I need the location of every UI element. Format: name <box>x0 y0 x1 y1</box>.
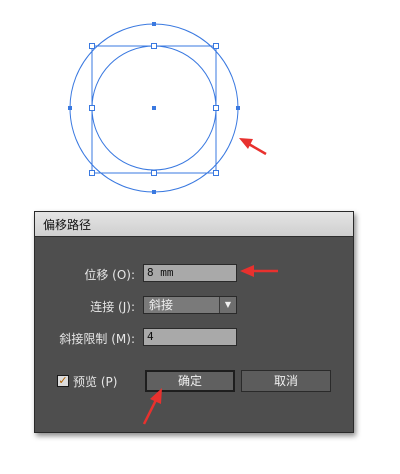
offset-path-dialog: 偏移路径 位移 (O): 8 mm 连接 (J): 斜接 ▼ 斜接限制 (M):… <box>34 211 354 433</box>
artboard <box>0 0 400 205</box>
anchor-point-bottom[interactable] <box>152 190 156 194</box>
selected-path-artwork <box>68 22 240 194</box>
preview-label: 预览 (P) <box>73 375 118 389</box>
dialog-titlebar[interactable]: 偏移路径 <box>35 212 353 237</box>
bbox-handle-right[interactable] <box>213 105 219 111</box>
cancel-button[interactable]: 取消 <box>241 370 331 392</box>
bbox-handle-left[interactable] <box>89 105 95 111</box>
joins-label: 连接 (J): <box>90 300 135 314</box>
checkmark-icon: ✓ <box>58 374 68 387</box>
bbox-handle-bottom-left[interactable] <box>89 170 95 176</box>
miter-limit-input[interactable]: 4 <box>143 328 237 346</box>
miter-limit-label: 斜接限制 (M): <box>59 332 135 346</box>
bbox-handle-top[interactable] <box>151 43 157 49</box>
joins-select-value: 斜接 <box>149 298 174 312</box>
joins-select[interactable]: 斜接 ▼ <box>143 296 237 314</box>
bbox-handle-top-left[interactable] <box>89 43 95 49</box>
anchor-point-right[interactable] <box>236 106 240 110</box>
center-point <box>152 106 156 110</box>
bbox-handle-bottom-right[interactable] <box>213 170 219 176</box>
anchor-point-left[interactable] <box>68 106 72 110</box>
preview-checkbox[interactable]: ✓ <box>57 375 69 387</box>
bbox-handle-bottom[interactable] <box>151 170 157 176</box>
bbox-handle-top-right[interactable] <box>213 43 219 49</box>
dialog-title: 偏移路径 <box>43 218 92 232</box>
anchor-point-top[interactable] <box>152 22 156 26</box>
ok-button[interactable]: 确定 <box>145 370 235 392</box>
offset-label: 位移 (O): <box>84 268 135 282</box>
chevron-down-icon[interactable]: ▼ <box>219 297 236 313</box>
offset-input[interactable]: 8 mm <box>143 264 237 282</box>
